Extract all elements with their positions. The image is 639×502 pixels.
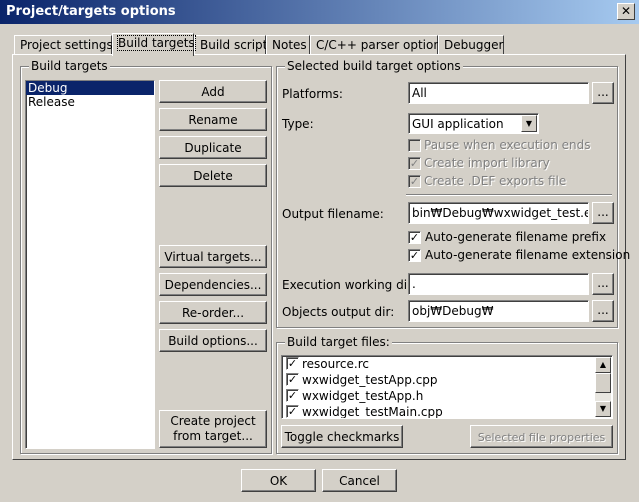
pause-label: Pause when execution ends [424,138,591,152]
build-targets-list[interactable]: Debug Release [25,80,155,449]
create-project-line1: Create project [170,414,256,428]
exec-dir-label: Execution working dir: [282,278,416,292]
file-checkbox[interactable]: ✓ [286,373,299,386]
tab-notes[interactable]: Notes [266,35,310,55]
options-separator [406,194,612,196]
output-filename-label: Output filename: [282,207,384,221]
file-checkbox[interactable]: ✓ [286,389,299,402]
virtual-targets-button[interactable]: Virtual targets... [159,245,267,268]
close-button[interactable]: ✕ [617,3,635,20]
type-select[interactable]: GUI application ▼ [408,113,539,134]
tab-project-settings[interactable]: Project settings [14,35,113,55]
list-item[interactable]: ✓ wxwidget_testMain.cpp [282,404,612,418]
platforms-label: Platforms: [282,87,343,101]
list-item[interactable]: ✓ wxwidget_testApp.h [282,388,612,404]
title-bar: Project/targets options ✕ [0,0,639,24]
tab-build-targets[interactable]: Build targets [112,33,196,56]
list-item[interactable]: ✓ resource.rc [282,356,612,372]
target-files-list[interactable]: ✓ resource.rc ✓ wxwidget_testApp.cpp ✓ wxwi… [281,355,613,419]
exec-dir-browse-button[interactable]: ... [592,273,614,295]
cancel-button[interactable]: Cancel [322,469,397,492]
obj-dir-label: Objects output dir: [282,305,395,319]
obj-dir-field[interactable]: obj₩Debug₩ [408,300,589,322]
build-targets-group-label: Build targets [29,59,110,73]
tab-cc-parser-options[interactable]: C/C++ parser options [310,35,447,55]
auto-extension-label: Auto-generate filename extension [425,248,631,262]
file-checkbox[interactable]: ✓ [286,357,299,370]
output-filename-browse-button[interactable]: ... [592,202,614,224]
scroll-down-icon[interactable]: ▼ [595,401,611,417]
ok-button[interactable]: OK [241,469,316,492]
dependencies-button[interactable]: Dependencies... [159,273,267,296]
def-exports-label: Create .DEF exports file [424,174,567,188]
toggle-checkmarks-button[interactable]: Toggle checkmarks [281,425,403,448]
target-files-group-label: Build target files: [285,335,392,349]
delete-button[interactable]: Delete [159,164,267,187]
type-label: Type: [282,117,314,131]
list-item[interactable]: ✓ wxwidget_testApp.cpp [282,372,612,388]
file-checkbox[interactable]: ✓ [286,405,299,418]
chevron-down-icon[interactable]: ▼ [521,115,537,132]
scroll-thumb[interactable] [595,373,611,393]
tab-debugger[interactable]: Debugger [438,35,504,55]
output-filename-field[interactable]: bin₩Debug₩wxwidget_test.ex [408,202,589,224]
auto-prefix-label: Auto-generate filename prefix [425,230,607,244]
exec-dir-field[interactable]: . [408,273,589,295]
obj-dir-browse-button[interactable]: ... [592,300,614,322]
window-title: Project/targets options [6,4,176,19]
auto-extension-checkbox[interactable]: ✓ [408,249,421,262]
tab-build-scripts[interactable]: Build scripts [194,35,274,55]
platforms-browse-button[interactable]: ... [592,82,614,104]
selected-options-group-label: Selected build target options [285,59,463,73]
close-icon: ✕ [620,4,632,18]
import-library-label: Create import library [424,156,550,170]
rename-button[interactable]: Rename [159,108,267,131]
def-exports-checkbox[interactable]: ✓ [408,175,421,188]
add-button[interactable]: Add [159,80,267,103]
import-library-checkbox[interactable]: ✓ [408,157,421,170]
auto-prefix-checkbox[interactable]: ✓ [408,231,421,244]
build-options-button[interactable]: Build options... [159,329,267,352]
pause-checkbox[interactable] [408,139,421,152]
files-scrollbar[interactable]: ▲ ▼ [595,357,611,417]
list-item-release[interactable]: Release [26,95,154,109]
platforms-field[interactable]: All [408,82,589,104]
reorder-button[interactable]: Re-order... [159,301,267,324]
create-project-line2: from target... [173,429,253,443]
type-value: GUI application [412,117,504,131]
create-project-from-target-button[interactable]: Create project from target... [159,410,267,448]
duplicate-button[interactable]: Duplicate [159,136,267,159]
selected-file-properties-button[interactable]: Selected file properties [470,425,613,448]
scroll-up-icon[interactable]: ▲ [595,357,611,373]
list-item-debug[interactable]: Debug [26,81,154,95]
